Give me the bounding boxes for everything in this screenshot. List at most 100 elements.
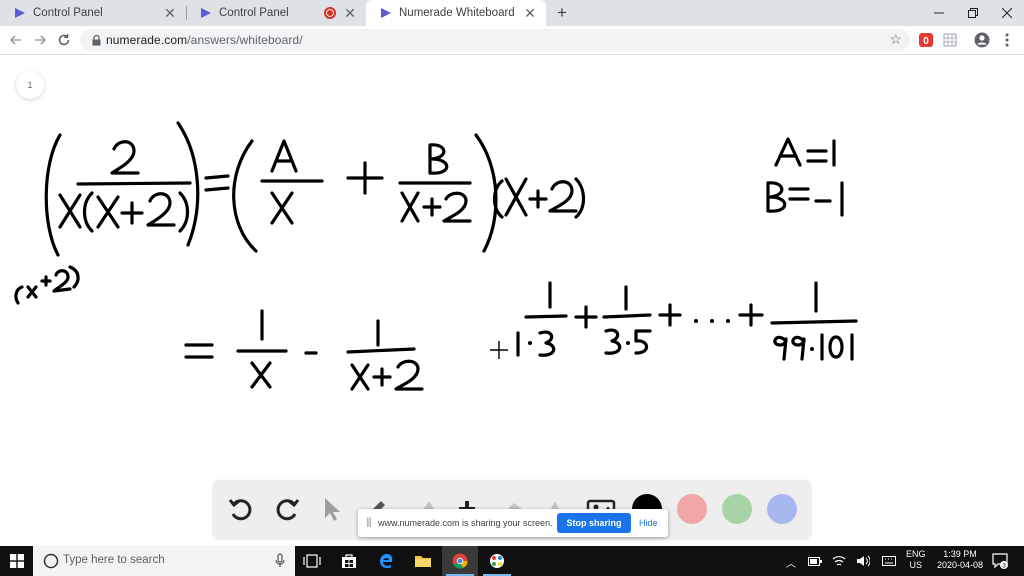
close-icon[interactable]: ✕: [162, 5, 178, 21]
close-icon[interactable]: ✕: [342, 5, 358, 21]
ink-stroke: [68, 265, 80, 289]
task-view-icon: [303, 554, 321, 568]
ink-stroke: [350, 363, 370, 391]
minimize-icon: [934, 12, 944, 14]
ink-stroke: [574, 305, 598, 329]
show-hidden-icons-icon[interactable]: ︿: [786, 555, 796, 570]
ink-stroke: [528, 189, 548, 209]
microphone-icon[interactable]: [275, 553, 285, 569]
ink-stroke: [58, 193, 82, 229]
forward-button[interactable]: [30, 30, 50, 50]
svg-text:0: 0: [923, 36, 929, 47]
region-code: US: [909, 560, 923, 570]
ink-dot: [626, 341, 630, 345]
screen-sharing-bar: ||| www.numerade.com is sharing your scr…: [358, 509, 668, 537]
edge-browser-icon: [380, 554, 393, 569]
volume-icon[interactable]: [856, 555, 870, 567]
ink-stroke: [250, 361, 272, 389]
tab-numerade-whiteboard[interactable]: Numerade Whiteboard ✕: [366, 0, 546, 26]
tab-strip: Control Panel ✕ Control Panel ✕ Numerade…: [0, 0, 1024, 26]
profile-avatar-icon[interactable]: [973, 31, 991, 49]
ink-stroke: [44, 133, 62, 257]
paint-app-button[interactable]: [479, 546, 515, 576]
ink-stroke: [110, 140, 140, 175]
ink-stroke: [828, 335, 844, 359]
tab-title: Numerade Whiteboard: [399, 7, 515, 19]
language-indicator[interactable]: ENG US: [906, 549, 926, 571]
ink-stroke: [524, 314, 568, 319]
tab-control-panel-1[interactable]: Control Panel ✕: [0, 0, 186, 26]
ink-stroke: [372, 367, 392, 387]
back-button[interactable]: [6, 30, 26, 50]
sharing-message: www.numerade.com is sharing your screen.: [378, 518, 553, 528]
ink-stroke: [602, 313, 652, 319]
ink-dot: [694, 319, 698, 323]
ink-stroke: [96, 195, 120, 229]
taskbar-search-input[interactable]: Type here to search: [33, 546, 295, 576]
tab-control-panel-2[interactable]: Control Panel ✕: [186, 0, 366, 26]
ink-stroke: [184, 343, 214, 359]
windows-taskbar: Type here to search ︿ ENG US 1:39 PM 202…: [0, 546, 1024, 576]
keyboard-icon[interactable]: [882, 555, 896, 567]
ink-stroke: [773, 335, 788, 361]
reload-icon: [58, 34, 70, 46]
bookmark-star-icon[interactable]: ☆: [889, 31, 902, 48]
new-tab-button[interactable]: +: [553, 3, 571, 22]
language-code: ENG: [906, 549, 926, 559]
address-bar[interactable]: numerade.com/answers/whiteboard/ ☆: [80, 29, 910, 51]
ink-stroke: [82, 191, 94, 233]
reload-button[interactable]: [54, 30, 74, 50]
menu-kebab-icon[interactable]: [998, 31, 1016, 49]
chrome-app-button[interactable]: [442, 546, 478, 576]
redo-icon: [276, 499, 300, 521]
ink-stroke: [40, 275, 52, 287]
ink-stroke: [120, 201, 144, 225]
edge-app-button[interactable]: [368, 546, 404, 576]
color-green-swatch[interactable]: [722, 494, 752, 524]
taskbar-clock[interactable]: 1:39 PM 2020-04-08: [936, 549, 984, 571]
ink-stroke: [442, 191, 472, 223]
ink-stroke: [738, 303, 764, 327]
close-icon: [1002, 8, 1012, 18]
ink-stroke: [766, 181, 787, 213]
store-icon: [342, 554, 356, 568]
color-red-swatch[interactable]: [677, 494, 707, 524]
restore-button[interactable]: [956, 0, 990, 26]
hide-button[interactable]: Hide: [639, 518, 658, 528]
restore-icon: [968, 8, 978, 18]
drag-handle-icon[interactable]: |||: [366, 517, 372, 528]
ink-stroke: [346, 347, 416, 354]
ink-stroke: [146, 192, 176, 227]
ink-stroke: [270, 191, 294, 225]
battery-icon[interactable]: [808, 557, 822, 566]
close-window-button[interactable]: [990, 0, 1024, 26]
ink-stroke: [538, 330, 556, 357]
undo-icon: [228, 499, 252, 521]
task-view-button[interactable]: [294, 546, 330, 576]
clock-time: 1:39 PM: [943, 549, 977, 559]
search-icon: [43, 553, 59, 569]
ink-stroke: [492, 179, 504, 219]
color-blue-swatch[interactable]: [767, 494, 797, 524]
ink-stroke: [394, 359, 424, 391]
extension-grid-icon[interactable]: [941, 31, 959, 49]
redo-button[interactable]: [271, 493, 303, 525]
store-app-button[interactable]: [331, 546, 367, 576]
numerade-logo-icon: [200, 7, 212, 19]
ink-stroke: [346, 161, 384, 195]
file-explorer-button[interactable]: [405, 546, 441, 576]
pointer-tool-button[interactable]: [315, 493, 347, 525]
windows-start-icon[interactable]: [10, 554, 24, 568]
ink-stroke: [504, 177, 528, 217]
extension-opera-icon[interactable]: 0: [917, 31, 935, 49]
whiteboard-canvas[interactable]: 1: [0, 55, 1024, 546]
close-icon[interactable]: ✕: [522, 5, 538, 21]
wifi-icon[interactable]: [832, 555, 846, 567]
stop-sharing-button[interactable]: Stop sharing: [557, 513, 631, 533]
recording-indicator-icon: [324, 7, 336, 19]
undo-button[interactable]: [225, 493, 257, 525]
minimize-button[interactable]: [922, 0, 956, 26]
notification-center-icon[interactable]: 3: [992, 553, 1008, 569]
ink-dot: [810, 347, 814, 351]
ink-stroke: [400, 191, 420, 223]
